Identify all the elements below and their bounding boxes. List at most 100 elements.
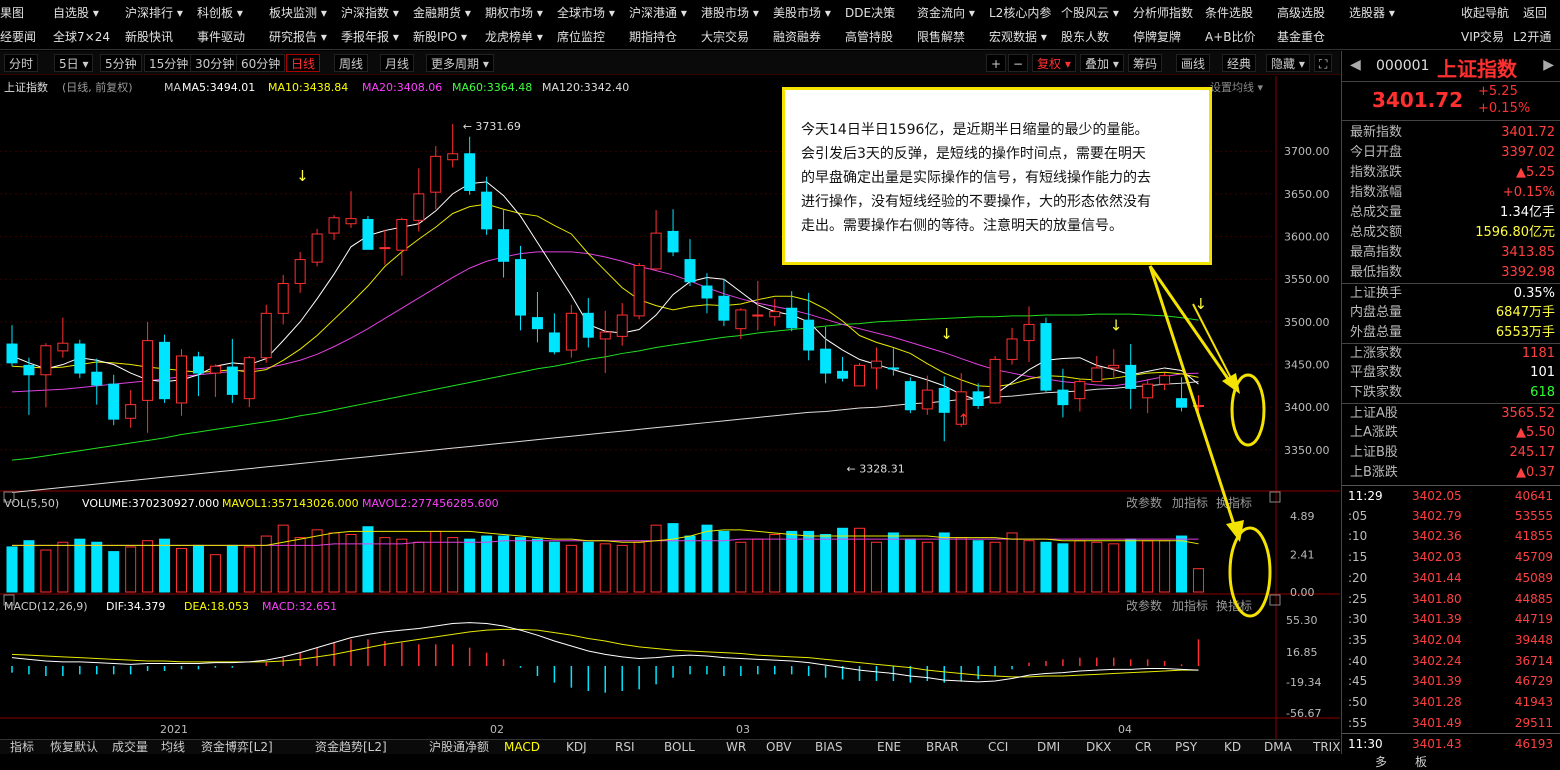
toolbar-button-6[interactable]: 经典 (1222, 54, 1257, 72)
menu-item[interactable]: 大宗交易 (701, 28, 749, 45)
indicator-tab-3[interactable]: 均线 (161, 740, 185, 755)
indicator-tab-7[interactable]: MACD (504, 740, 540, 755)
menu-item[interactable]: 返回 (1523, 4, 1547, 21)
menu-item[interactable]: 全球市场 ▾ (557, 4, 615, 21)
menu-item[interactable]: 期权市场 ▾ (485, 4, 543, 21)
timeframe-9[interactable]: 更多周期 ▾ (426, 54, 494, 72)
timeframe-2[interactable]: 5分钟 (100, 54, 142, 72)
menu-item[interactable]: 停牌复牌 (1133, 28, 1181, 45)
menu-item[interactable]: L2核心内参 (989, 4, 1051, 21)
indicator-tab-10[interactable]: BOLL (664, 740, 695, 755)
menu-item[interactable]: 选股器 ▾ (1349, 4, 1395, 21)
menu-item[interactable]: 新股快讯 (125, 28, 173, 45)
indicator-tab-0[interactable]: 指标 (10, 740, 34, 755)
menu-item[interactable]: 金融期货 ▾ (413, 4, 471, 21)
menu-item[interactable]: 沪深港通 ▾ (629, 4, 687, 21)
toolbar-button-5[interactable]: 画线 (1176, 54, 1211, 72)
menu-item[interactable]: 港股市场 ▾ (701, 4, 759, 21)
menu-item[interactable]: 融资融券 (773, 28, 821, 45)
indicator-tab-20[interactable]: PSY (1175, 740, 1197, 755)
menu-item[interactable]: 龙虎榜单 ▾ (485, 28, 543, 45)
menu-item[interactable]: VIP交易 (1461, 28, 1504, 45)
indicator-tab-11[interactable]: WR (726, 740, 746, 755)
menu-item[interactable]: 季报年报 ▾ (341, 28, 399, 45)
menu-item[interactable]: 宏观数据 ▾ (989, 28, 1047, 45)
indicator-tab-1[interactable]: 恢复默认 (50, 740, 98, 755)
timeframe-5[interactable]: 60分钟 (236, 54, 286, 72)
timeframe-4[interactable]: 30分钟 (190, 54, 240, 72)
menu-item[interactable]: DDE决策 (845, 4, 895, 21)
menu-item[interactable]: 股东人数 (1061, 28, 1109, 45)
menu-item[interactable]: 经要闻 (0, 28, 36, 45)
toolbar-button-1[interactable]: − (1008, 54, 1029, 72)
toolbar-button-2[interactable]: 复权 ▾ (1032, 54, 1076, 72)
indicator-tab-19[interactable]: CR (1135, 740, 1152, 755)
menu-item[interactable]: 沪深指数 ▾ (341, 4, 399, 21)
menu-item[interactable]: 研究报告 ▾ (269, 28, 327, 45)
toolbar-button-4[interactable]: 筹码 (1128, 54, 1163, 72)
menu-item[interactable]: 全球7×24 (53, 28, 110, 45)
menu-item[interactable]: 条件选股 (1205, 4, 1253, 21)
menu-item[interactable]: 板块监测 ▾ (269, 4, 327, 21)
timeframe-0[interactable]: 分时 (4, 54, 39, 72)
timeframe-7[interactable]: 周线 (334, 54, 369, 72)
menu-item[interactable]: 自选股 ▾ (53, 4, 99, 21)
time-axis-label: 04 (1118, 723, 1132, 736)
indicator-tab-21[interactable]: KD (1224, 740, 1241, 755)
indicator-tab-14[interactable]: ENE (877, 740, 901, 755)
menu-item[interactable]: A+B比价 (1205, 28, 1256, 45)
indicator-tab-12[interactable]: OBV (766, 740, 792, 755)
candle-body (192, 356, 204, 374)
menu-item[interactable]: 美股市场 ▾ (773, 4, 831, 21)
toolbar-button-0[interactable]: + (986, 54, 1007, 72)
vol-header-link[interactable]: 换指标 (1216, 495, 1252, 510)
indicator-tab-22[interactable]: DMA (1264, 740, 1292, 755)
indicator-tab-13[interactable]: BIAS (815, 740, 843, 755)
menu-item[interactable]: 新股IPO ▾ (413, 28, 467, 45)
candle-body (209, 365, 221, 374)
menu-item[interactable]: 资金流向 ▾ (917, 4, 975, 21)
timeframe-1[interactable]: 5日 ▾ (54, 54, 94, 72)
menu-item[interactable]: 席位监控 (557, 28, 605, 45)
indicator-tab-23[interactable]: TRIX (1313, 740, 1340, 755)
indicator-tab-17[interactable]: DMI (1037, 740, 1060, 755)
menu-item[interactable]: 期指持仓 (629, 28, 677, 45)
indicator-tab-8[interactable]: KDJ (566, 740, 587, 755)
menu-item[interactable]: 限售解禁 (917, 28, 965, 45)
menu-item[interactable]: 沪深排行 ▾ (125, 4, 183, 21)
indicator-tab-4[interactable]: 资金博弈[L2] (201, 740, 273, 755)
vol-header-link[interactable]: 加指标 (1172, 495, 1208, 510)
collapse-arrow-icon[interactable]: ◀ (1350, 57, 1361, 73)
ma-setting-link[interactable]: 设置均线 ▾ (1210, 80, 1263, 94)
indicator-tab-2[interactable]: 成交量 (112, 740, 148, 755)
indicator-tab-15[interactable]: BRAR (926, 740, 959, 755)
price-summary: 3401.72 +5.25 +0.15% (1342, 81, 1560, 121)
toolbar-button-7[interactable]: 隐藏 ▾ (1266, 54, 1310, 72)
panel-toggle-icon[interactable] (1269, 491, 1281, 503)
toolbar-button-3[interactable]: 叠加 ▾ (1080, 54, 1124, 72)
next-arrow-icon[interactable]: ▶ (1543, 57, 1554, 73)
menu-item[interactable]: 事件驱动 (197, 28, 245, 45)
menu-item[interactable]: 基金重仓 (1277, 28, 1325, 45)
menu-item[interactable]: 收起导航 (1461, 4, 1509, 21)
menu-item[interactable]: 分析师指数 (1133, 4, 1193, 21)
menu-item[interactable]: 科创板 ▾ (197, 4, 243, 21)
toolbar-button-8[interactable]: ⛶ (1314, 54, 1333, 72)
indicator-tab-5[interactable]: 资金趋势[L2] (315, 740, 387, 755)
indicator-tab-18[interactable]: DKX (1086, 740, 1111, 755)
menu-item[interactable]: 高管持股 (845, 28, 893, 45)
menu-item[interactable]: 果图 (0, 4, 24, 21)
menu-item[interactable]: 高级选股 (1277, 4, 1325, 21)
timeframe-6[interactable]: 日线 (286, 54, 321, 72)
timeframe-3[interactable]: 15分钟 (144, 54, 194, 72)
menu-item[interactable]: 个股风云 ▾ (1061, 4, 1119, 21)
indicator-tab-9[interactable]: RSI (615, 740, 635, 755)
vol-header-link[interactable]: 改参数 (1126, 495, 1162, 510)
menu-item[interactable]: L2开通 (1513, 28, 1551, 45)
indicator-tab-16[interactable]: CCI (988, 740, 1008, 755)
macd-header-link[interactable]: 改参数 (1126, 598, 1162, 613)
timeframe-8[interactable]: 月线 (380, 54, 415, 72)
indicator-tab-6[interactable]: 沪股通净额 (429, 740, 489, 755)
panel-toggle-icon[interactable] (1269, 594, 1281, 606)
macd-header-link[interactable]: 加指标 (1172, 598, 1208, 613)
